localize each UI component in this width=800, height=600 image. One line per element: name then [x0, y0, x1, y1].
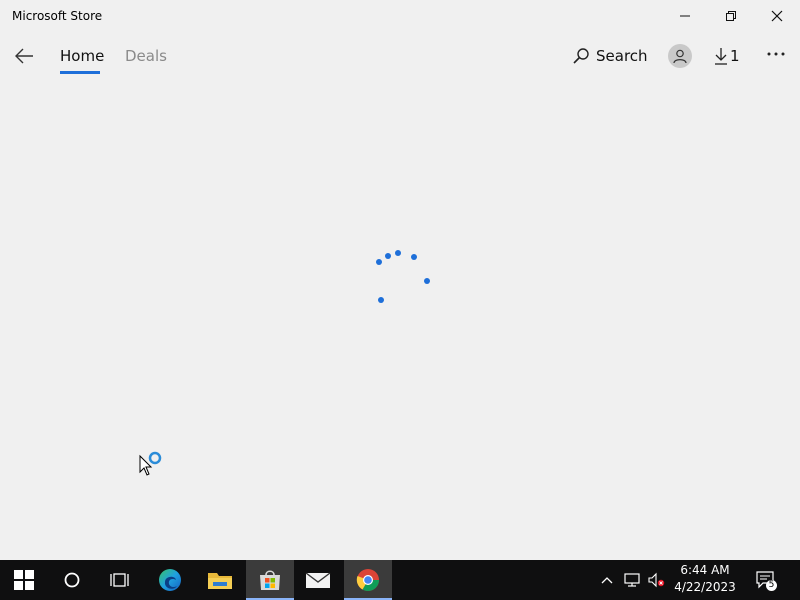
busy-cursor-icon [139, 451, 162, 476]
volume-muted-icon [648, 572, 665, 588]
network-button[interactable] [622, 560, 642, 600]
cortana-icon [64, 572, 80, 588]
search-icon [573, 48, 589, 64]
close-icon [771, 10, 783, 22]
mail-icon [305, 572, 331, 588]
clock-time: 6:44 AM [680, 563, 730, 577]
taskbar: 6:44 AM 4/22/2023 5 [0, 560, 800, 600]
minimize-button[interactable] [662, 0, 708, 32]
tab-deals[interactable]: Deals [125, 47, 167, 65]
network-icon [624, 573, 640, 587]
file-explorer-button[interactable] [196, 560, 244, 600]
downloads-button[interactable]: 1 [714, 43, 740, 69]
task-view-button[interactable] [96, 560, 144, 600]
start-button[interactable] [0, 560, 48, 600]
spinner-dot [411, 254, 417, 260]
restore-button[interactable] [708, 0, 754, 32]
spinner-dot [376, 259, 382, 265]
downloads-count: 1 [730, 47, 740, 65]
chevron-up-icon [601, 577, 613, 584]
active-tab-indicator [60, 71, 100, 74]
chrome-icon [356, 569, 379, 591]
action-center-button[interactable]: 5 [750, 560, 782, 600]
notification-count-badge: 5 [766, 580, 777, 591]
nav-bar: Home Deals Search 1 [0, 34, 800, 80]
minimize-icon [680, 15, 690, 17]
window-title: Microsoft Store [12, 9, 103, 23]
microsoft-store-taskbar-button[interactable] [246, 560, 294, 600]
spinner-dot [385, 253, 391, 259]
spinner-dot [424, 278, 430, 284]
start-icon [14, 570, 34, 590]
mail-button[interactable] [294, 560, 342, 600]
user-icon [673, 49, 687, 64]
clock-date: 4/22/2023 [674, 580, 736, 594]
close-button[interactable] [754, 0, 800, 32]
account-avatar-button[interactable] [668, 44, 692, 68]
edge-button[interactable] [146, 560, 194, 600]
back-button[interactable] [8, 40, 40, 72]
search-button[interactable]: Search [572, 42, 648, 70]
tab-home[interactable]: Home [60, 47, 104, 65]
spinner-dot [378, 297, 384, 303]
show-hidden-icons-button[interactable] [598, 560, 616, 600]
loading-spinner [0, 0, 800, 600]
microsoft-store-window: Microsoft Store Home Deals Search 1 6:44… [0, 0, 800, 600]
task-view-icon [110, 573, 129, 587]
spinner-dot [395, 250, 401, 256]
more-icon [767, 52, 785, 56]
restore-icon [726, 11, 736, 21]
download-icon [715, 48, 727, 65]
search-label: Search [596, 47, 648, 65]
volume-button[interactable] [646, 560, 666, 600]
more-options-button[interactable] [760, 38, 792, 70]
clock-button[interactable]: 6:44 AM 4/22/2023 [664, 562, 746, 598]
cortana-button[interactable] [48, 560, 96, 600]
microsoft-store-icon [260, 570, 280, 590]
edge-icon [159, 569, 181, 591]
chrome-taskbar-button[interactable] [344, 560, 392, 600]
arrow-left-icon [15, 48, 33, 64]
title-bar: Microsoft Store [0, 0, 800, 34]
file-explorer-icon [208, 573, 232, 589]
